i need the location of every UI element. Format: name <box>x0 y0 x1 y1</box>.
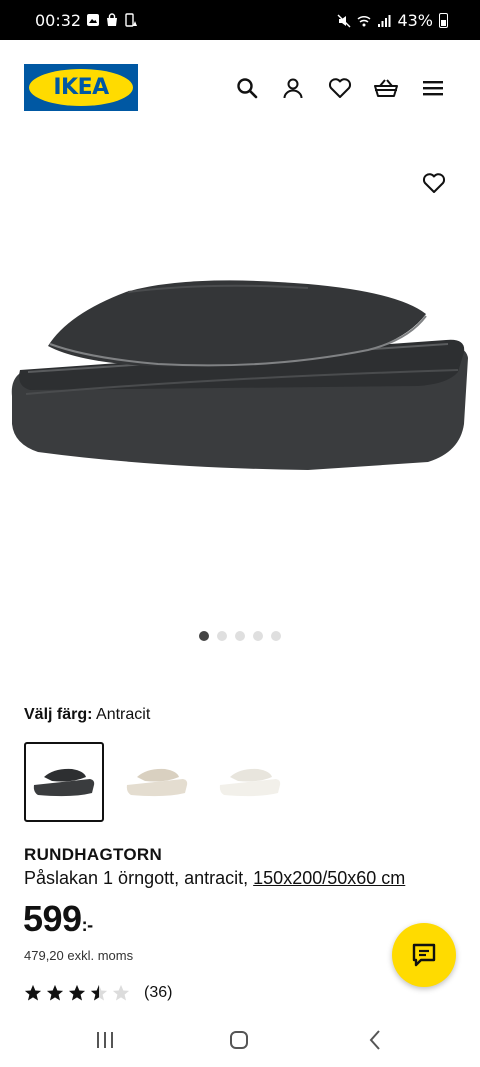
swatch-image-beige <box>126 768 188 797</box>
color-swatch-beige[interactable] <box>117 742 197 822</box>
gallery-dot[interactable] <box>253 631 263 641</box>
price-value: 599 <box>23 898 82 939</box>
status-notification-icons <box>86 13 138 27</box>
recent-apps-button[interactable] <box>90 1028 120 1052</box>
review-count: (36) <box>144 984 173 1001</box>
star-icon <box>46 984 64 1001</box>
wifi-icon <box>357 15 371 26</box>
hamburger-menu-icon <box>423 81 443 96</box>
chat-icon <box>412 943 436 967</box>
status-time: 00:32 <box>35 11 82 30</box>
product-description: Påslakan 1 örngott, antracit, 150x200/50… <box>24 868 405 889</box>
star-icon <box>24 984 42 1001</box>
price-excluding-vat: 479,20 exkl. moms <box>24 948 134 963</box>
battery-icon <box>439 13 448 28</box>
account-button[interactable] <box>280 75 306 101</box>
gallery-dot[interactable] <box>199 631 209 641</box>
product-image-gallery[interactable] <box>0 134 480 654</box>
color-label-value: Antracit <box>96 706 151 723</box>
system-navigation-bar <box>0 1012 480 1067</box>
home-icon <box>230 1031 248 1049</box>
product-name: RUNDHAGTORN <box>24 845 163 864</box>
product-price: 599:- <box>23 898 93 940</box>
logo-text: IKEA <box>53 75 109 100</box>
add-to-favourites-button[interactable] <box>422 172 446 196</box>
product-description-text: Påslakan 1 örngott, antracit, <box>24 868 249 888</box>
color-label-key: Välj färg: <box>24 706 93 723</box>
device-notification-icon <box>125 13 137 27</box>
color-swatch-antracit[interactable] <box>24 742 104 822</box>
basket-icon <box>374 79 398 97</box>
home-button[interactable] <box>224 1028 254 1052</box>
cart-button[interactable] <box>373 75 399 101</box>
gallery-dot[interactable] <box>271 631 281 641</box>
signal-icon <box>378 14 391 27</box>
chat-button[interactable] <box>392 923 456 987</box>
heart-icon <box>328 78 352 98</box>
heart-icon <box>422 173 446 193</box>
ikea-logo[interactable]: IKEA <box>24 64 138 111</box>
product-size-link[interactable]: 150x200/50x60 cm <box>253 868 405 888</box>
price-currency: :- <box>81 915 94 935</box>
status-system-icons: 43% <box>337 11 448 30</box>
gallery-notification-icon <box>87 14 99 26</box>
menu-button[interactable] <box>420 75 446 101</box>
shopping-bag-notification-icon <box>107 13 117 26</box>
mute-icon <box>337 14 351 27</box>
recent-apps-icon <box>97 1032 113 1048</box>
favourites-button[interactable] <box>327 75 353 101</box>
empty-star-icon <box>112 984 130 1001</box>
back-icon <box>369 1030 380 1050</box>
product-rating[interactable]: (36) <box>24 984 172 1002</box>
swatch-image-vit <box>219 768 281 797</box>
color-swatches <box>24 742 290 822</box>
status-bar: 00:32 43% <box>0 0 480 40</box>
gallery-pagination <box>0 631 480 641</box>
half-star-icon <box>90 984 108 1001</box>
swatch-image-antracit <box>33 768 95 797</box>
star-icon <box>68 984 86 1001</box>
back-button[interactable] <box>360 1028 390 1052</box>
battery-percent: 43% <box>397 11 433 30</box>
gallery-dot[interactable] <box>217 631 227 641</box>
user-icon <box>283 78 303 99</box>
search-button[interactable] <box>234 75 260 101</box>
color-selector-label: Välj färg: Antracit <box>24 706 150 724</box>
color-swatch-vit[interactable] <box>210 742 290 822</box>
product-image <box>11 280 469 470</box>
gallery-dot[interactable] <box>235 631 245 641</box>
app-header: IKEA <box>0 40 480 134</box>
search-icon <box>237 78 258 99</box>
